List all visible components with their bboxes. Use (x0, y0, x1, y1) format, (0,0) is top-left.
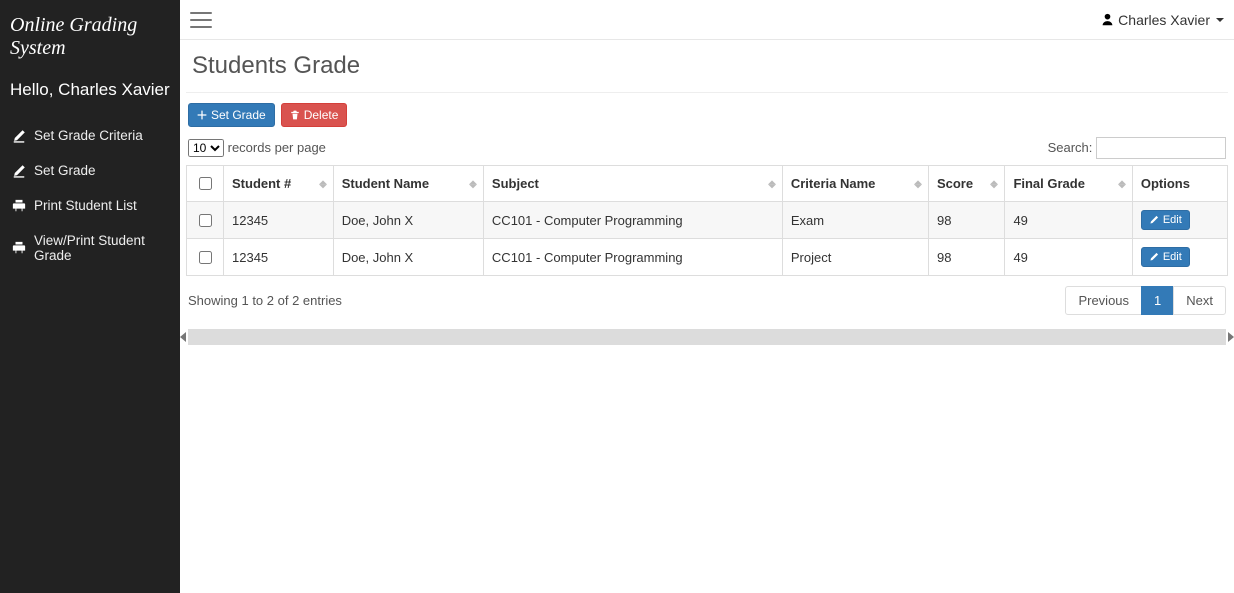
user-icon (1101, 13, 1114, 26)
cell-score: 98 (928, 202, 1004, 239)
sidebar-item-label: Set Grade (34, 163, 96, 178)
col-final-grade[interactable]: Final Grade (1005, 166, 1132, 202)
edit-icon (12, 164, 26, 178)
grades-table: Student # Student Name Subject Criteria … (186, 165, 1228, 276)
page-title: Students Grade (192, 52, 1222, 80)
col-criteria-name[interactable]: Criteria Name (782, 166, 928, 202)
page-header: Students Grade (186, 40, 1228, 93)
col-score[interactable]: Score (928, 166, 1004, 202)
topbar: Charles Xavier (180, 0, 1234, 40)
cell-student-name: Doe, John X (333, 239, 483, 276)
cell-criteria: Project (782, 239, 928, 276)
cell-criteria: Exam (782, 202, 928, 239)
pagination: Previous 1 Next (1066, 286, 1226, 315)
toolbar: Set Grade Delete (186, 93, 1228, 135)
user-menu[interactable]: Charles Xavier (1101, 12, 1224, 28)
sidebar-item-print-student-list[interactable]: Print Student List (0, 188, 180, 223)
print-icon (12, 199, 26, 213)
records-per-page: 10 records per page (188, 139, 326, 157)
sidebar-item-set-grade-criteria[interactable]: Set Grade Criteria (0, 118, 180, 153)
cell-final-grade: 49 (1005, 239, 1132, 276)
cell-student-name: Doe, John X (333, 202, 483, 239)
delete-button[interactable]: Delete (281, 103, 348, 127)
page-previous[interactable]: Previous (1065, 286, 1142, 315)
edit-button[interactable]: Edit (1141, 210, 1190, 230)
sidebar-item-view-print-student-grade[interactable]: View/Print Student Grade (0, 223, 180, 273)
cell-score: 98 (928, 239, 1004, 276)
plus-icon (197, 110, 207, 120)
cell-subject: CC101 - Computer Programming (483, 202, 782, 239)
row-checkbox[interactable] (199, 214, 212, 227)
sidebar: Online Grading System Hello, Charles Xav… (0, 0, 180, 593)
app-brand: Online Grading System (0, 0, 180, 70)
content: Students Grade Set Grade Delete 10 (180, 40, 1234, 593)
cell-student-no: 12345 (224, 239, 334, 276)
row-checkbox[interactable] (199, 251, 212, 264)
username: Charles Xavier (1118, 12, 1210, 28)
length-select[interactable]: 10 (188, 139, 224, 157)
trash-icon (290, 110, 300, 120)
datatable-controls: 10 records per page Search: (186, 135, 1228, 165)
datatable-footer: Showing 1 to 2 of 2 entries Previous 1 N… (186, 276, 1228, 325)
col-student-name[interactable]: Student Name (333, 166, 483, 202)
col-subject[interactable]: Subject (483, 166, 782, 202)
page-next[interactable]: Next (1173, 286, 1226, 315)
page-number-current[interactable]: 1 (1141, 286, 1174, 315)
col-checkbox (187, 166, 224, 202)
edit-icon (1149, 215, 1159, 225)
sidebar-item-set-grade[interactable]: Set Grade (0, 153, 180, 188)
main: Charles Xavier Students Grade Set Grade … (180, 0, 1234, 593)
sidebar-item-label: Set Grade Criteria (34, 128, 143, 143)
button-label: Edit (1163, 251, 1182, 263)
button-label: Edit (1163, 214, 1182, 226)
table-row: 12345 Doe, John X CC101 - Computer Progr… (187, 202, 1228, 239)
col-student-no[interactable]: Student # (224, 166, 334, 202)
sidebar-nav: Set Grade Criteria Set Grade Print Stude… (0, 118, 180, 273)
search-label: Search: (1048, 140, 1093, 155)
print-icon (12, 241, 26, 255)
select-all-checkbox[interactable] (199, 177, 212, 190)
col-options: Options (1132, 166, 1227, 202)
greeting-text: Hello, Charles Xavier (0, 70, 180, 118)
search-box: Search: (1048, 137, 1226, 159)
edit-icon (12, 129, 26, 143)
datatable-info: Showing 1 to 2 of 2 entries (188, 293, 342, 308)
button-label: Set Grade (211, 108, 266, 122)
button-label: Delete (304, 108, 339, 122)
menu-toggle[interactable] (190, 12, 212, 28)
length-label: records per page (228, 140, 326, 155)
caret-down-icon (1216, 18, 1224, 22)
edit-button[interactable]: Edit (1141, 247, 1190, 267)
table-header-row: Student # Student Name Subject Criteria … (187, 166, 1228, 202)
cell-student-no: 12345 (224, 202, 334, 239)
cell-final-grade: 49 (1005, 202, 1132, 239)
sidebar-item-label: Print Student List (34, 198, 137, 213)
horizontal-scrollbar[interactable] (188, 329, 1226, 345)
cell-subject: CC101 - Computer Programming (483, 239, 782, 276)
sidebar-item-label: View/Print Student Grade (34, 233, 168, 263)
table-row: 12345 Doe, John X CC101 - Computer Progr… (187, 239, 1228, 276)
edit-icon (1149, 252, 1159, 262)
search-input[interactable] (1096, 137, 1226, 159)
set-grade-button[interactable]: Set Grade (188, 103, 275, 127)
